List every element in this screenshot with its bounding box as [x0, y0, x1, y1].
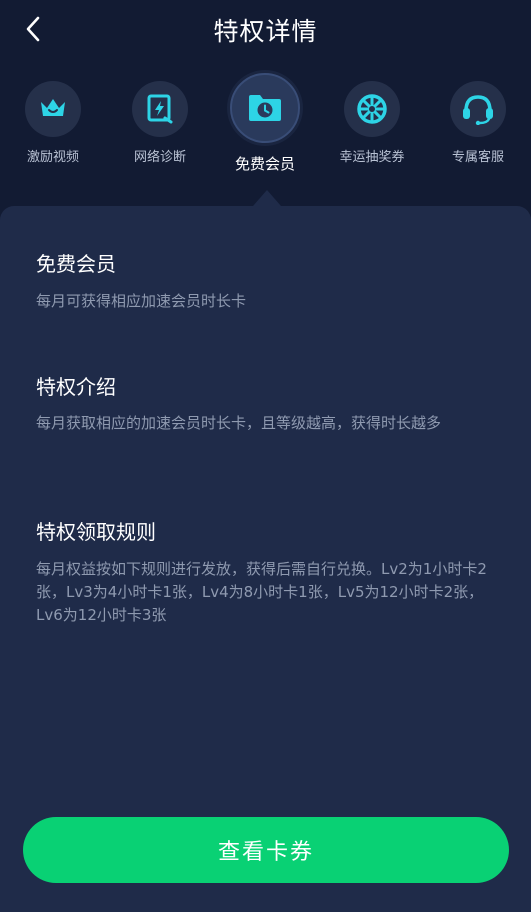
page-title: 特权详情	[213, 17, 318, 46]
privilege-item-lucky-draw[interactable]: 幸运抽奖券	[322, 78, 422, 165]
headset-icon	[463, 95, 493, 125]
privilege-item-network[interactable]: 网络诊断	[110, 78, 210, 165]
privilege-item-customer-service[interactable]: 专属客服	[428, 78, 528, 165]
section-text-introduction: 每月获取相应的加速会员时长卡，且等级越高，获得时长越多	[36, 414, 442, 432]
privilege-item-video[interactable]: 激励视频	[3, 78, 103, 165]
privilege-item-free-member[interactable]: 免费会员	[215, 70, 315, 174]
section-title-rules: 特权领取规则	[36, 520, 156, 544]
selection-pointer	[253, 190, 281, 206]
folder-clock-icon	[249, 95, 281, 121]
privilege-selector: 激励视频 网络诊断 免费会员 幸运抽奖券 专属客服	[0, 73, 531, 198]
view-coupons-button[interactable]: 查看卡券	[23, 817, 509, 883]
section-title-free-member: 免费会员	[36, 252, 116, 276]
crown-icon	[41, 99, 65, 116]
header: 特权详情	[0, 0, 531, 60]
lucky-wheel-icon	[357, 94, 387, 124]
section-text-rules: 每月权益按如下规则进行发放，获得后需自行兑换。Lv2为1小时卡2张，Lv3为4小…	[36, 560, 487, 624]
section-title-introduction: 特权介绍	[36, 375, 116, 399]
section-text-free-member: 每月可获得相应加速会员时长卡	[36, 292, 247, 310]
network-diagnosis-icon	[147, 94, 173, 124]
